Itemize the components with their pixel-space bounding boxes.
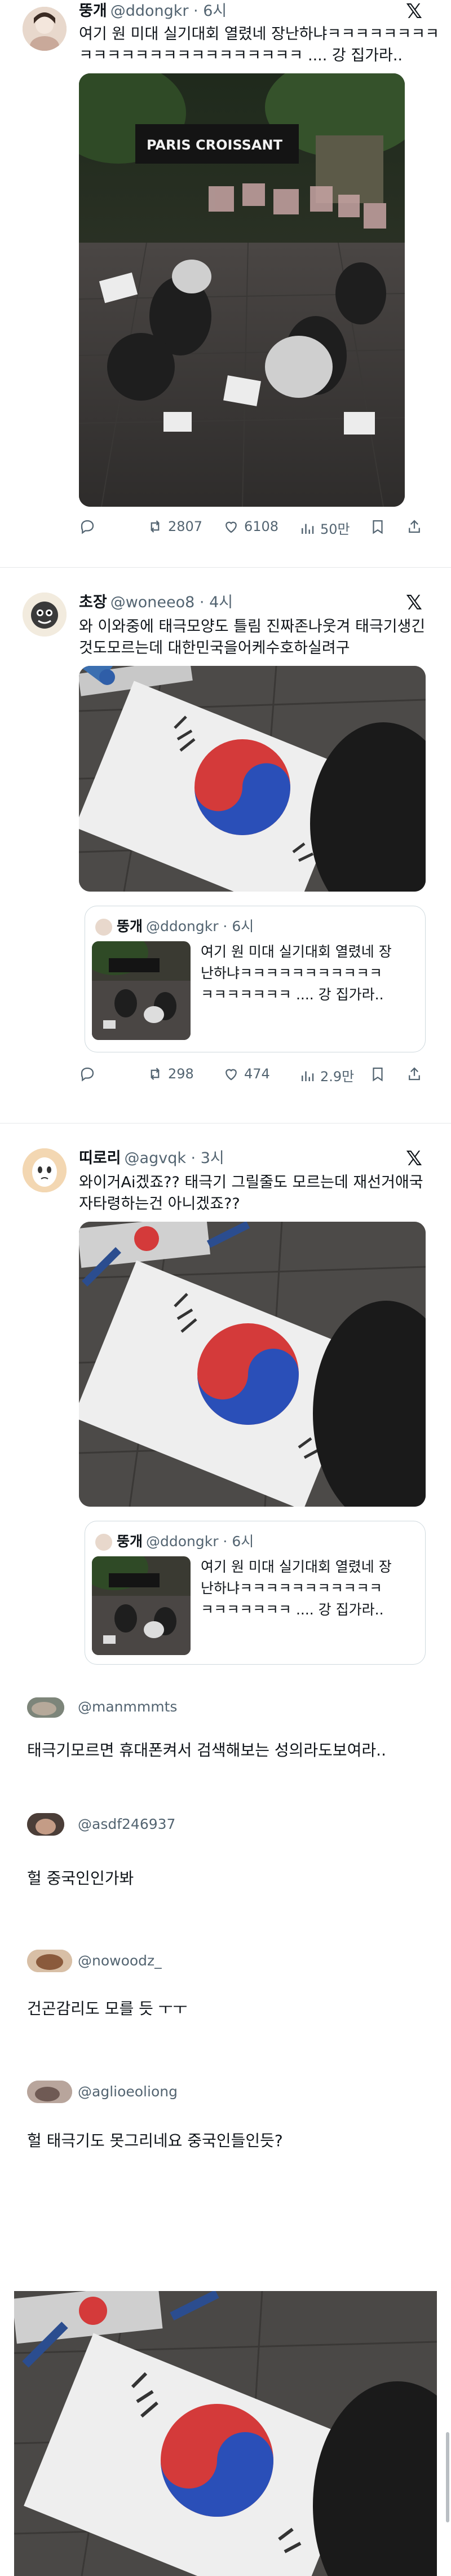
comment-text: 건곤감리도 모를 듯 ㅜㅜ — [27, 1999, 188, 2018]
comment-2: @asdf246937 헐 중국인인가봐 — [0, 1813, 451, 1888]
divider — [0, 567, 451, 568]
retweet-icon — [151, 1068, 160, 1080]
tweet-text: 와 이와중에 태극모양도 틀림 진짜존나웃겨 태극기생긴 것도모르는데 대한민국… — [79, 618, 426, 657]
author-name[interactable]: 초장 — [79, 594, 107, 611]
quoted-tweet[interactable]: 뚱개 @ddongkr · 6시 여기 원 미대 실기대회 열렸네 장 난하냐ㅋㅋ… — [85, 1521, 426, 1665]
avatar[interactable] — [23, 593, 67, 637]
author-name[interactable]: 뚱개 — [79, 2, 107, 20]
retweet-count: 2807 — [168, 519, 203, 534]
views-button[interactable]: 50만 — [299, 518, 350, 538]
comment-text: 헐 태극기도 못그리네요 중국인들인듯? — [27, 2131, 283, 2150]
reply-button[interactable] — [79, 518, 100, 535]
like-count: 474 — [244, 1066, 270, 1082]
avatar[interactable] — [23, 7, 67, 51]
commenter-name[interactable]: @manmmmts — [78, 1699, 177, 1715]
x-logo-icon: 𝕏 — [406, 1147, 423, 1170]
comment-3: @nowoodz_ 건곤감리도 모를 듯 ㅜㅜ — [0, 1950, 451, 2018]
comment-text: 태극기모르면 휴대폰켜서 검색해보는 성의라도보여라.. — [27, 1741, 386, 1759]
heart-icon — [226, 1069, 237, 1081]
retweet-count: 298 — [168, 1066, 194, 1082]
tweet-header: 띠로리 @agvqk · 3시 — [79, 1148, 224, 1169]
tweet-actions: 2807 6108 50만 — [79, 518, 440, 541]
avatar[interactable] — [27, 1950, 72, 1972]
quoted-header: 뚱개 @ddongkr · 6시 — [95, 915, 254, 936]
reply-button[interactable] — [79, 1065, 100, 1082]
comment-4: @aglioeoliong 헐 태극기도 못그리네요 중국인들인듯? — [0, 2081, 451, 2150]
views-icon — [302, 524, 314, 534]
reply-icon — [81, 1067, 94, 1082]
x-logo-icon: 𝕏 — [406, 0, 423, 23]
quoted-author-name[interactable]: 뚱개 — [117, 1533, 143, 1550]
comment-1: @manmmmts 태극기모르면 휴대폰켜서 검색해보는 성의라도보여라.. — [0, 1697, 451, 1761]
quoted-photo-thumb[interactable] — [92, 941, 191, 1040]
tweet-header: 뚱개 @ddongkr · 6시 — [79, 1, 227, 21]
like-button[interactable]: 6108 — [223, 518, 278, 535]
quoted-header: 뚱개 @ddongkr · 6시 — [95, 1530, 254, 1551]
author-name[interactable]: 띠로리 — [79, 1149, 121, 1167]
x-logo-icon: 𝕏 — [406, 591, 423, 615]
share-button[interactable] — [406, 518, 427, 535]
avatar[interactable] — [27, 1813, 64, 1836]
commenter-name[interactable]: @nowoodz_ — [78, 1952, 162, 1969]
quoted-author-handle[interactable]: @ddongkr · 6시 — [146, 918, 254, 934]
tweet-photo[interactable] — [79, 666, 426, 892]
commenter-name[interactable]: @aglioeoliong — [78, 2083, 178, 2100]
quoted-author-name[interactable]: 뚱개 — [117, 918, 143, 934]
avatar[interactable] — [23, 1148, 67, 1192]
views-icon — [302, 1071, 314, 1081]
author-handle-time[interactable]: @ddongkr · 6시 — [110, 2, 227, 20]
tweet-photo[interactable] — [79, 1222, 426, 1507]
author-handle-time[interactable]: @woneeo8 · 4시 — [110, 594, 233, 611]
quoted-tweet[interactable]: 뚱개 @ddongkr · 6시 여기 원 미대 실기대회 열렸네 장 난하냐ㅋㅋ… — [85, 906, 426, 1052]
tweet-header: 초장 @woneeo8 · 4시 — [79, 593, 233, 613]
author-handle-time[interactable]: @agvqk · 3시 — [125, 1149, 224, 1167]
quoted-photo-thumb[interactable] — [92, 1556, 191, 1655]
avatar — [95, 1534, 112, 1551]
commenter-name[interactable]: @asdf246937 — [78, 1816, 175, 1832]
tweet-card-1[interactable]: 뚱개 @ddongkr · 6시 𝕏 여기 원 미대 실기대회 열렸네 장난하냐ㅋ… — [0, 0, 451, 559]
tweet-card-3[interactable]: 띠로리 @agvqk · 3시 𝕏 와이거Ai겠죠?? 태극기 그릴줄도 모르는데… — [0, 1143, 451, 1665]
tweet-photo[interactable]: PARIS CROISSANT — [79, 73, 405, 507]
like-count: 6108 — [244, 519, 279, 534]
view-count: 2.9만 — [320, 1069, 355, 1085]
tweet-card-2[interactable]: 초장 @woneeo8 · 4시 𝕏 와 이와중에 태극모양도 틀림 진짜존나웃겨… — [0, 587, 451, 1117]
like-button[interactable]: 474 — [223, 1065, 270, 1082]
avatar — [95, 919, 112, 936]
avatar[interactable] — [27, 1697, 64, 1718]
retweet-button[interactable]: 2807 — [147, 518, 202, 535]
divider — [0, 1123, 451, 1124]
comment-text: 헐 중국인인가봐 — [27, 1869, 134, 1888]
avatar[interactable] — [27, 2081, 72, 2103]
reply-icon — [81, 520, 94, 534]
tweet-text: 여기 원 미대 실기대회 열렸네 장난하냐ㅋㅋㅋㅋㅋㅋㅋㅋ ㅋㅋㅋㅋㅋㅋㅋㅋㅋㅋ… — [79, 25, 440, 64]
quoted-text: 여기 원 미대 실기대회 열렸네 장 난하냐ㅋㅋㅋㅋㅋㅋㅋㅋㅋㅋㅋ ㅋㅋㅋㅋㅋㅋ… — [201, 1559, 392, 1618]
view-count: 50만 — [320, 521, 350, 537]
scrollbar[interactable] — [446, 2432, 449, 2522]
views-button[interactable]: 2.9만 — [299, 1065, 354, 1085]
bookmark-button[interactable] — [369, 518, 391, 535]
tweet-actions: 298 474 2.9만 — [79, 1065, 440, 1088]
share-icon — [409, 520, 420, 533]
bookmark-icon — [373, 520, 383, 534]
bookmark-button[interactable] — [369, 1065, 391, 1082]
sign-text: PARIS CROISSANT — [147, 137, 283, 153]
share-button[interactable] — [406, 1065, 427, 1082]
retweet-icon — [151, 520, 160, 533]
tweet-text: 와이거Ai겠죠?? 태극기 그릴줄도 모르는데 재선거애국 자타령하는건 아니겠… — [79, 1174, 423, 1213]
bookmark-icon — [373, 1067, 383, 1082]
quoted-text: 여기 원 미대 실기대회 열렸네 장 난하냐ㅋㅋㅋㅋㅋㅋㅋㅋㅋㅋㅋ ㅋㅋㅋㅋㅋㅋ… — [201, 943, 392, 1003]
attached-photo[interactable] — [14, 2291, 437, 2576]
quoted-author-handle[interactable]: @ddongkr · 6시 — [146, 1533, 254, 1550]
share-icon — [409, 1067, 420, 1081]
heart-icon — [226, 521, 237, 533]
retweet-button[interactable]: 298 — [147, 1065, 194, 1082]
